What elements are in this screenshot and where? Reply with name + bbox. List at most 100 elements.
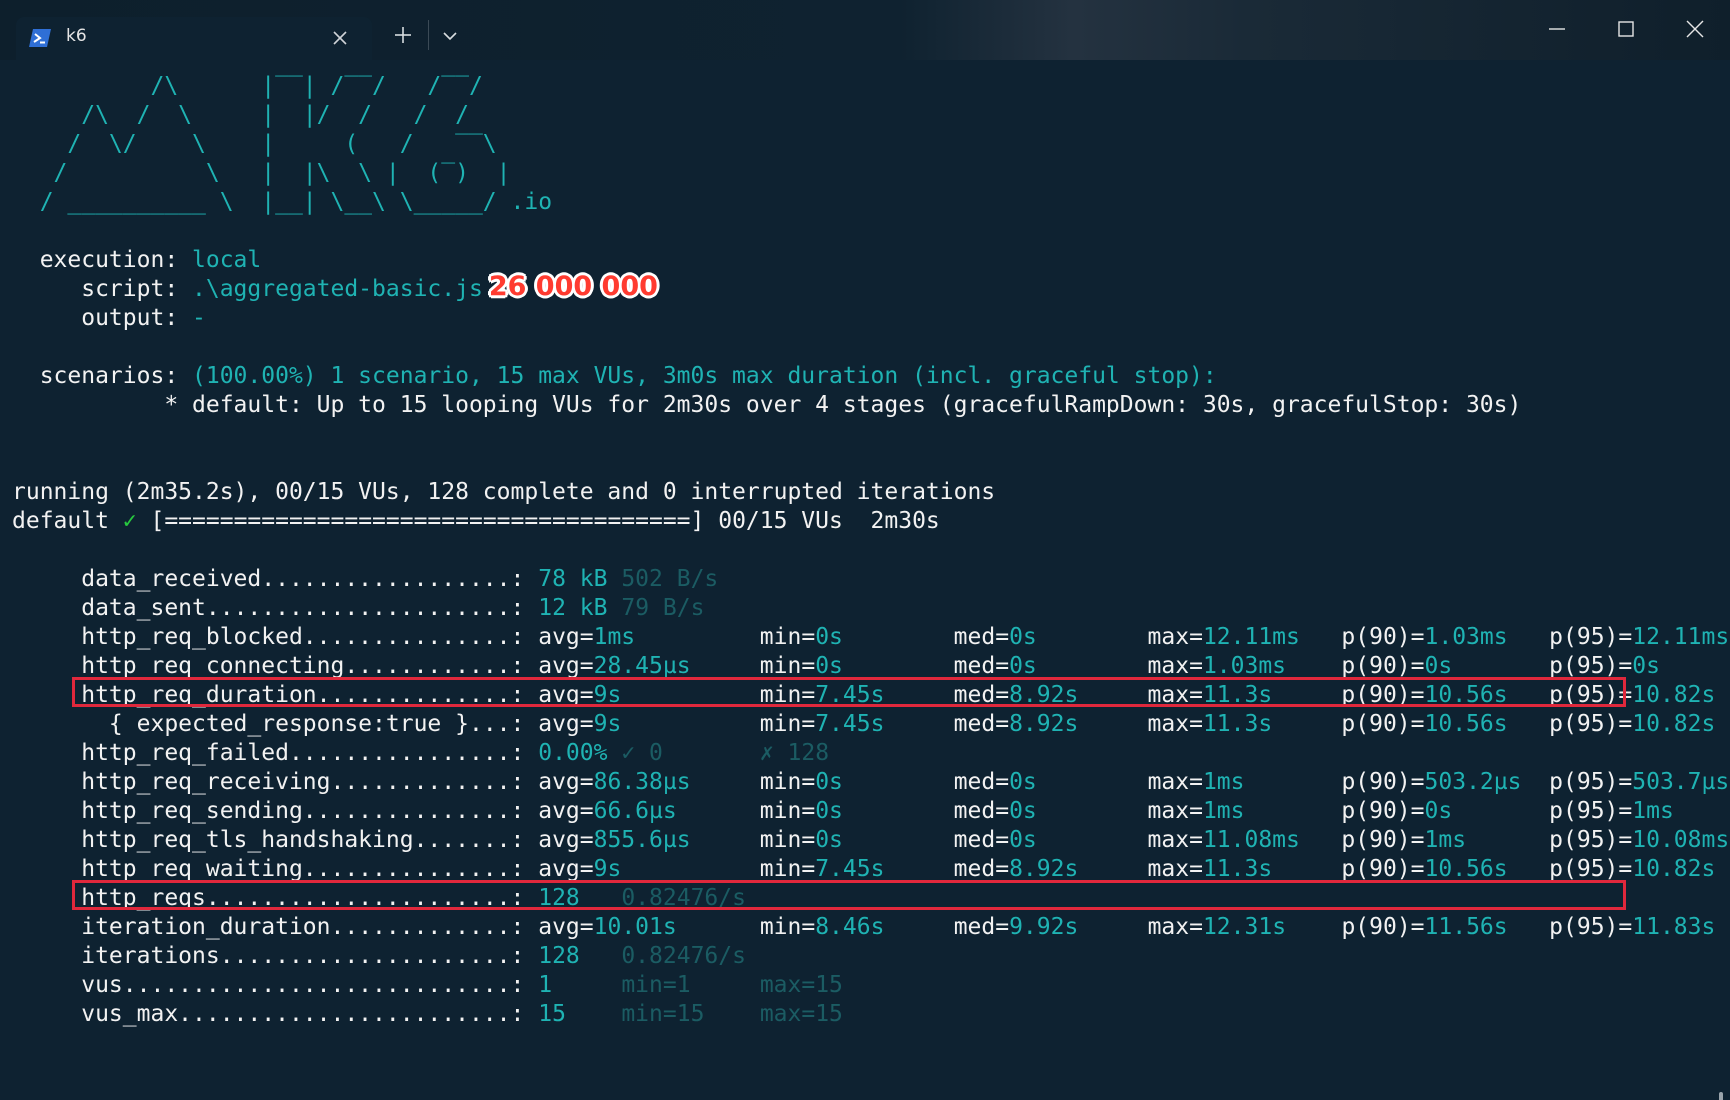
- metric-name: iterations: [12, 943, 220, 969]
- metric-stat-value: 503.2µs: [1424, 769, 1536, 795]
- metric-row: data_sent......................: 12 kB 7…: [12, 594, 704, 623]
- metric-stat-value: 10.56s: [1424, 711, 1536, 737]
- metric-stat-value: 503.7µs: [1632, 769, 1730, 795]
- tab-title: k6: [66, 26, 87, 46]
- metric-name: iteration_duration: [12, 914, 331, 940]
- metric-dots: .............:: [330, 769, 525, 795]
- progress-line: default ✓ [=============================…: [12, 508, 940, 534]
- metric-dots: ......................:: [205, 595, 525, 621]
- metric-stat-value: 7.45s: [815, 711, 940, 737]
- metric-stat-value: 8.46s: [815, 914, 940, 940]
- metric-min: min=1: [621, 972, 746, 998]
- metric-stat-value: 11.83s: [1632, 914, 1716, 940]
- metric-stat-value: 0s: [1009, 653, 1134, 679]
- metric-stat-label: avg=: [538, 856, 594, 882]
- metric-stat-label: min=: [759, 914, 816, 940]
- metric-stat-label: med=: [953, 653, 1010, 679]
- metric-stat-label: p(90)=: [1341, 769, 1425, 795]
- output-line: output: -: [12, 305, 206, 331]
- metric-stat-label: min=: [759, 827, 816, 853]
- metric-stat-label: max=: [1147, 653, 1203, 679]
- scenarios-summary: (100.00%) 1 scenario, 15 max VUs, 3m0s m…: [192, 363, 1217, 389]
- terminal-output[interactable]: /\ |‾‾| /‾‾/ /‾‾/ /\ / \ | |/ / / / / \/…: [0, 60, 1729, 1100]
- metric-row: iteration_duration.............: avg=10.…: [12, 913, 1715, 942]
- metric-stat-label: p(95)=: [1549, 827, 1633, 853]
- metric-stat-label: min=: [759, 711, 816, 737]
- metric-stat-label: avg=: [538, 914, 594, 940]
- metric-row: iterations.....................: 128 0.8…: [12, 942, 746, 971]
- metric-row: http_req_receiving.............: avg=86.…: [12, 768, 1729, 797]
- k6-logo-line: / __________ \ |__| \__\ \_____/ .io: [12, 188, 552, 217]
- running-status: running (2m35.2s), 00/15 VUs, 128 comple…: [12, 479, 996, 505]
- metric-stat-value: 11.56s: [1424, 914, 1536, 940]
- close-tab-icon[interactable]: [330, 28, 350, 48]
- metric-stat-value: 10.08ms: [1632, 827, 1730, 853]
- new-tab-icon[interactable]: [392, 24, 414, 46]
- metric-stat-label: min=: [759, 624, 816, 650]
- metric-stat-value: 12.31s: [1202, 914, 1328, 940]
- scenarios-line: scenarios: (100.00%) 1 scenario, 15 max …: [12, 363, 1217, 389]
- metric-pass: ✓ 0: [621, 740, 746, 766]
- metric-stat-label: med=: [953, 769, 1010, 795]
- maximize-icon[interactable]: [1613, 16, 1639, 42]
- metric-stat-value: 855.6µs: [593, 827, 746, 853]
- metric-stat-value: 10.82s: [1632, 856, 1716, 882]
- k6-logo-line: /\ / \ | |/ / / /: [12, 102, 469, 128]
- metric-stat-label: p(90)=: [1341, 653, 1425, 679]
- k6-logo-line: / \/ \ | ( / ‾‾\: [12, 131, 497, 157]
- metric-stat-value: 1ms: [1632, 798, 1674, 824]
- metric-dots: ............................:: [122, 972, 525, 998]
- metric-rate: 502 B/s: [621, 566, 719, 592]
- metric-stat-value: 8.92s: [1009, 711, 1134, 737]
- metric-stat-value: 0s: [815, 827, 940, 853]
- metric-name: http_req_blocked: [12, 624, 303, 650]
- metric-stat-value: 10.01s: [593, 914, 746, 940]
- metric-name: data_received: [12, 566, 262, 592]
- output-value: -: [192, 305, 206, 331]
- scenario-detail: * default: Up to 15 looping VUs for 2m30…: [12, 392, 1522, 418]
- metric-rate: 79 B/s: [621, 595, 705, 621]
- metric-value: 1: [538, 972, 608, 998]
- metric-stat-label: p(95)=: [1549, 914, 1633, 940]
- metric-stat-value: 0s: [1009, 624, 1134, 650]
- metric-stat-label: avg=: [538, 711, 594, 737]
- tab-k6[interactable]: k6: [16, 17, 372, 60]
- metric-stat-label: avg=: [538, 827, 594, 853]
- check-icon: ✓: [122, 508, 137, 534]
- powershell-icon: [29, 29, 51, 47]
- metric-stat-label: med=: [953, 711, 1010, 737]
- script-line: script: .\aggregated-basic.js 26 000 000: [12, 271, 658, 302]
- metric-dots: ...:: [468, 711, 525, 737]
- title-bar: k6: [0, 0, 1730, 60]
- metric-dots: .............:: [330, 914, 525, 940]
- metric-stat-label: avg=: [538, 798, 594, 824]
- metric-stat-value: 86.38µs: [593, 769, 746, 795]
- metric-stat-label: min=: [759, 653, 816, 679]
- metric-value: 15: [538, 1001, 608, 1027]
- metric-stat-label: max=: [1147, 856, 1203, 882]
- metric-name: vus: [12, 972, 123, 998]
- close-window-icon[interactable]: [1682, 16, 1708, 42]
- metric-name: vus_max: [12, 1001, 179, 1027]
- metric-stat-label: p(90)=: [1341, 711, 1425, 737]
- metric-stat-label: min=: [759, 856, 816, 882]
- minimize-icon[interactable]: [1544, 16, 1570, 42]
- metric-dots: ..................:: [261, 566, 525, 592]
- metric-stat-label: p(95)=: [1549, 711, 1633, 737]
- metric-row: data_received..................: 78 kB 5…: [12, 565, 718, 594]
- metric-stat-label: max=: [1147, 798, 1203, 824]
- scrollbar[interactable]: [1719, 1092, 1723, 1100]
- metric-dots: ............:: [344, 653, 525, 679]
- metric-name: http_req_waiting: [12, 856, 303, 882]
- metric-stat-value: 9s: [593, 856, 746, 882]
- metric-stat-label: med=: [953, 914, 1010, 940]
- chevron-down-icon[interactable]: [440, 26, 460, 46]
- k6-logo-line: / \ | |\ \ | (‾) |: [12, 160, 511, 186]
- metric-row: http_req_blocked...............: avg=1ms…: [12, 623, 1729, 652]
- metric-value: 78 kB: [538, 566, 608, 592]
- k6-logo-text: / __________ \ |__| \__\ \_____/: [12, 189, 497, 215]
- metric-stat-value: 11.3s: [1202, 711, 1328, 737]
- k6-logo-suffix: .io: [496, 189, 553, 215]
- metric-name: { expected_response:true }: [12, 711, 469, 737]
- metric-stat-value: 0s: [815, 653, 940, 679]
